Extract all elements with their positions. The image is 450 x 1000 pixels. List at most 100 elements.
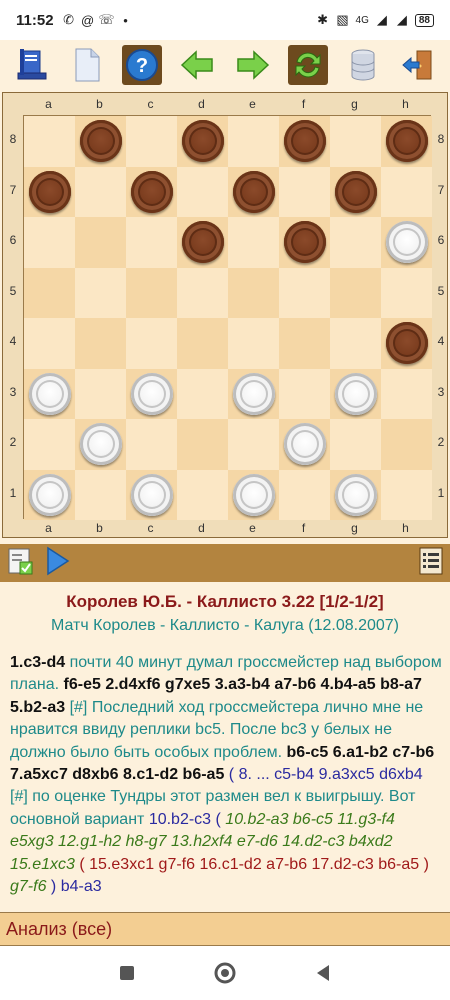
- white-checker-e3[interactable]: [232, 372, 275, 415]
- game-subtitle: Матч Королев - Каллисто - Калуга (12.08.…: [51, 617, 399, 634]
- file-label-b: b: [96, 521, 103, 535]
- move-segment[interactable]: 10.b2-c3 (: [149, 811, 225, 828]
- square-f5[interactable]: [279, 267, 330, 318]
- square-g6[interactable]: [330, 217, 381, 268]
- white-checker-a3[interactable]: [28, 372, 71, 415]
- analysis-bar[interactable]: Анализ (все): [0, 912, 450, 946]
- database-button[interactable]: [343, 45, 383, 85]
- square-d1[interactable]: [177, 469, 228, 520]
- square-c4[interactable]: [126, 318, 177, 369]
- book-button[interactable]: [12, 45, 52, 85]
- white-checker-e1[interactable]: [232, 473, 275, 516]
- square-c8[interactable]: [126, 116, 177, 167]
- white-checker-g3[interactable]: [334, 372, 377, 415]
- square-f7[interactable]: [279, 166, 330, 217]
- square-b4[interactable]: [75, 318, 126, 369]
- black-checker-e7[interactable]: [232, 170, 275, 213]
- black-checker-g7[interactable]: [334, 170, 377, 213]
- square-d3[interactable]: [177, 368, 228, 419]
- square-h7[interactable]: [381, 166, 432, 217]
- move-segment[interactable]: ) b4-a3: [46, 878, 102, 895]
- black-checker-b8[interactable]: [79, 120, 122, 163]
- move-segment[interactable]: ( 15.e3xc1 g7-f6 16.c1-d2 a7-b6 17.d2-c3…: [75, 856, 429, 873]
- square-f1[interactable]: [279, 469, 330, 520]
- home-icon[interactable]: [213, 961, 237, 985]
- flip-board-button[interactable]: [287, 45, 328, 85]
- help-button[interactable]: ?: [122, 45, 163, 85]
- square-e2[interactable]: [228, 419, 279, 470]
- back-arrow-icon: [181, 50, 214, 80]
- move-segment[interactable]: 1.c3-d4: [10, 654, 65, 671]
- move-segment[interactable]: g7-f6: [10, 878, 46, 895]
- square-e8[interactable]: [228, 116, 279, 167]
- new-document-icon: [75, 48, 100, 82]
- list-menu-button[interactable]: [418, 546, 444, 581]
- game-title: Королев Ю.Б. - Каллисто 3.22 [1/2-1/2]: [66, 592, 384, 611]
- forward-button[interactable]: [233, 45, 273, 85]
- black-checker-d8[interactable]: [181, 120, 224, 163]
- square-b5[interactable]: [75, 267, 126, 318]
- white-checker-c3[interactable]: [130, 372, 173, 415]
- play-button[interactable]: [44, 546, 70, 581]
- square-d7[interactable]: [177, 166, 228, 217]
- square-a6[interactable]: [24, 217, 75, 268]
- square-g8[interactable]: [330, 116, 381, 167]
- black-checker-f6[interactable]: [283, 221, 326, 264]
- square-d5[interactable]: [177, 267, 228, 318]
- square-f4[interactable]: [279, 318, 330, 369]
- black-checker-h8[interactable]: [385, 120, 428, 163]
- square-b6[interactable]: [75, 217, 126, 268]
- rank-label-5: 5: [437, 283, 445, 298]
- white-checker-g1[interactable]: [334, 473, 377, 516]
- file-label-d: d: [198, 97, 205, 111]
- moves-notation[interactable]: 1.c3-d4 почти 40 минут думал гроссмейсте…: [10, 652, 442, 910]
- forward-arrow-icon: [236, 50, 269, 80]
- square-d2[interactable]: [177, 419, 228, 470]
- square-g4[interactable]: [330, 318, 381, 369]
- phone-call-icon: ✆: [63, 12, 74, 27]
- white-checker-h6[interactable]: [385, 221, 428, 264]
- square-g2[interactable]: [330, 419, 381, 470]
- square-b3[interactable]: [75, 368, 126, 419]
- square-e6[interactable]: [228, 217, 279, 268]
- white-checker-b2[interactable]: [79, 423, 122, 466]
- rank-label-5: 5: [9, 283, 17, 298]
- back-button[interactable]: [177, 45, 217, 85]
- square-a2[interactable]: [24, 419, 75, 470]
- back-icon[interactable]: [314, 963, 332, 983]
- checkers-board[interactable]: [23, 115, 432, 520]
- rank-label-3: 3: [437, 384, 445, 399]
- black-checker-a7[interactable]: [28, 170, 71, 213]
- black-checker-f8[interactable]: [283, 120, 326, 163]
- square-f3[interactable]: [279, 368, 330, 419]
- square-e5[interactable]: [228, 267, 279, 318]
- square-d4[interactable]: [177, 318, 228, 369]
- square-b1[interactable]: [75, 469, 126, 520]
- white-checker-c1[interactable]: [130, 473, 173, 516]
- white-checker-f2[interactable]: [283, 423, 326, 466]
- black-checker-c7[interactable]: [130, 170, 173, 213]
- square-e4[interactable]: [228, 318, 279, 369]
- white-checker-a1[interactable]: [28, 473, 71, 516]
- notation-edit-button[interactable]: [6, 546, 36, 581]
- network-type: 4G: [355, 14, 369, 26]
- square-h2[interactable]: [381, 419, 432, 470]
- recent-apps-icon[interactable]: [118, 964, 136, 982]
- new-document-button[interactable]: [67, 45, 107, 85]
- square-b7[interactable]: [75, 166, 126, 217]
- move-segment[interactable]: ( 8. ... c5-b4 9.a3xc5 d6xb4: [224, 766, 423, 783]
- square-a5[interactable]: [24, 267, 75, 318]
- square-h3[interactable]: [381, 368, 432, 419]
- square-h5[interactable]: [381, 267, 432, 318]
- square-c2[interactable]: [126, 419, 177, 470]
- database-icon: [351, 49, 375, 81]
- black-checker-h4[interactable]: [385, 322, 428, 365]
- black-checker-d6[interactable]: [181, 221, 224, 264]
- square-g5[interactable]: [330, 267, 381, 318]
- square-c6[interactable]: [126, 217, 177, 268]
- square-c5[interactable]: [126, 267, 177, 318]
- exit-button[interactable]: [398, 45, 438, 85]
- square-a8[interactable]: [24, 116, 75, 167]
- square-h1[interactable]: [381, 469, 432, 520]
- square-a4[interactable]: [24, 318, 75, 369]
